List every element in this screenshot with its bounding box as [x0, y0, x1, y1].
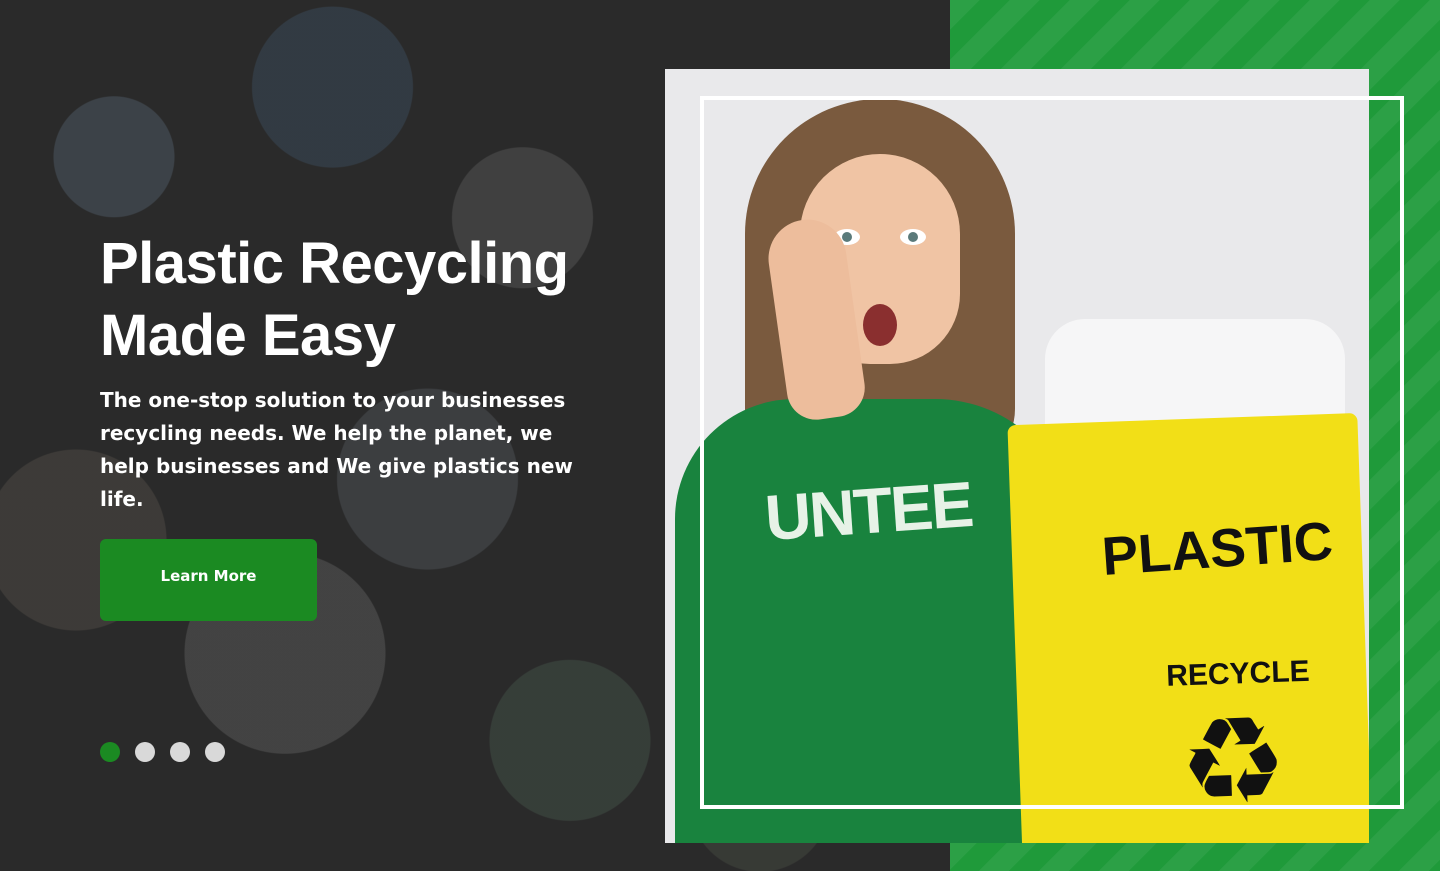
carousel-dot-3[interactable] — [170, 742, 190, 762]
carousel-dot-2[interactable] — [135, 742, 155, 762]
hero-photo: UNTEE PLASTIC RECYCLE ♻ — [665, 69, 1369, 843]
bag-label: PLASTIC — [1100, 511, 1335, 587]
person-mouth — [863, 304, 897, 346]
recycle-icon: ♻ — [1176, 690, 1290, 834]
carousel-dot-4[interactable] — [205, 742, 225, 762]
learn-more-button[interactable]: Learn More — [100, 539, 317, 621]
recycling-bag: PLASTIC RECYCLE ♻ — [1007, 413, 1369, 843]
carousel-dot-1[interactable] — [100, 742, 120, 762]
hero-subtitle: The one-stop solution to your businesses… — [100, 388, 573, 511]
right-eye — [900, 229, 926, 245]
carousel-dots — [100, 742, 225, 762]
shirt-text: UNTEE — [762, 467, 975, 555]
hero-title: Plastic Recycling Made Easy — [100, 231, 569, 368]
bag-recycle-text: RECYCLE — [1165, 654, 1311, 693]
